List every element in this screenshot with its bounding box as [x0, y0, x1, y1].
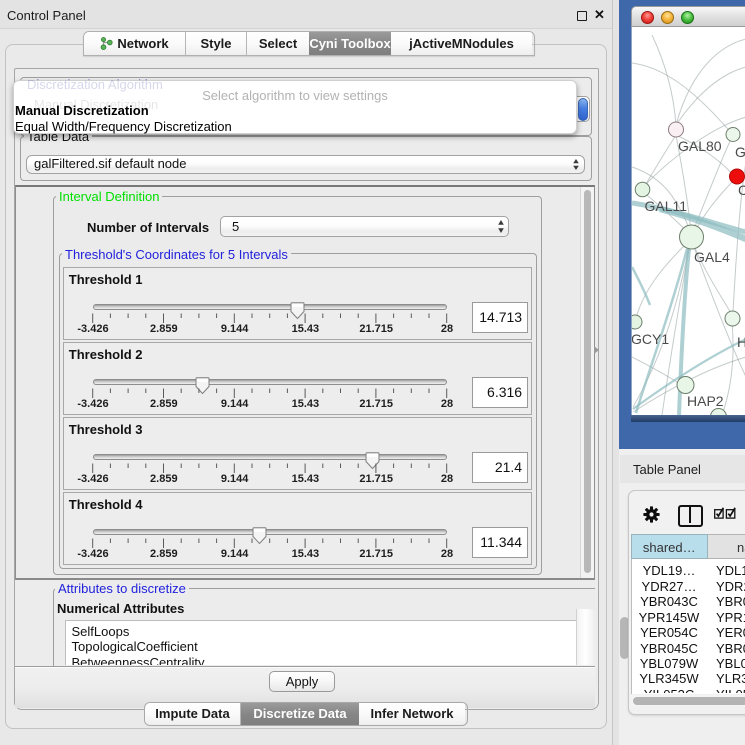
- svg-text:GAL11: GAL11: [645, 198, 688, 214]
- svg-text:G…: G…: [735, 144, 745, 160]
- svg-text:GAL4: GAL4: [694, 249, 730, 265]
- svg-text:GCY1: GCY1: [632, 331, 669, 347]
- svg-text:HAP2: HAP2: [687, 393, 724, 409]
- svg-text:C: C: [738, 182, 745, 198]
- svg-text:H: H: [737, 334, 745, 350]
- svg-text:GAL80: GAL80: [678, 138, 722, 154]
